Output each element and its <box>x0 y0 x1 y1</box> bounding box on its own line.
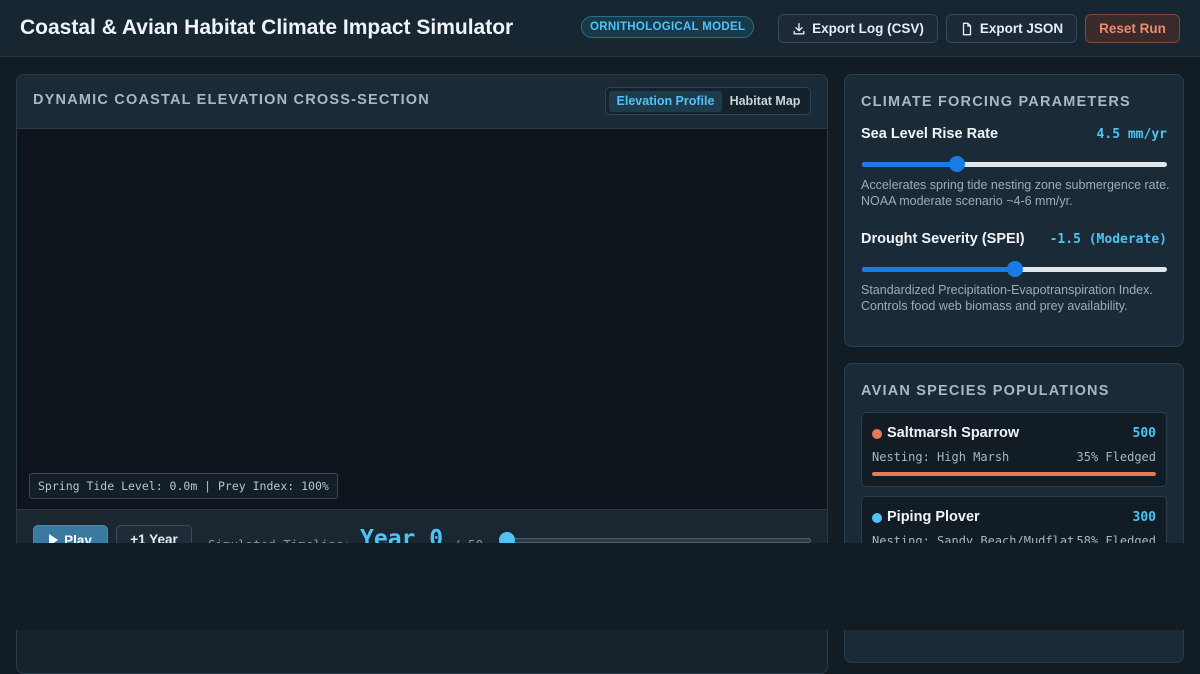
sea-level-description: Accelerates spring tide nesting zone sub… <box>861 178 1170 208</box>
export-log-label: Export Log (CSV) <box>812 21 924 36</box>
drought-slider[interactable] <box>862 261 1167 277</box>
tab-elevation-profile[interactable]: Elevation Profile <box>609 91 722 112</box>
app-title: Coastal & Avian Habitat Climate Impact S… <box>20 16 514 39</box>
species-panel-title: AVIAN SPECIES POPULATIONS <box>861 383 1110 399</box>
model-badge: ORNITHOLOGICAL MODEL <box>581 16 755 38</box>
panel-header: DYNAMIC COASTAL ELEVATION CROSS-SECTION … <box>17 75 827 129</box>
sea-level-slider-fill <box>862 162 957 167</box>
species-color-dot <box>872 513 882 523</box>
export-log-button[interactable]: Export Log (CSV) <box>778 14 938 43</box>
tab-habitat-map[interactable]: Habitat Map <box>724 91 806 112</box>
species-name: Piping Plover <box>887 509 980 525</box>
sea-level-value: 4.5 mm/yr <box>1096 127 1167 142</box>
climate-panel: CLIMATE FORCING PARAMETERS Sea Level Ris… <box>844 74 1184 347</box>
export-json-label: Export JSON <box>979 21 1064 36</box>
tide-readout: Spring Tide Level: 0.0m | Prey Index: 10… <box>29 473 338 499</box>
drought-slider-thumb[interactable] <box>1006 261 1023 277</box>
export-json-button[interactable]: Export JSON <box>946 14 1077 43</box>
species-card[interactable]: Saltmarsh Sparrow 500 Nesting: High Mars… <box>861 412 1167 487</box>
species-count: 300 <box>1132 510 1156 525</box>
sea-level-label: Sea Level Rise Rate <box>861 126 999 142</box>
drought-label: Drought Severity (SPEI) <box>861 231 1025 247</box>
species-count: 500 <box>1132 426 1156 441</box>
download-icon <box>793 22 805 35</box>
climate-panel-title: CLIMATE FORCING PARAMETERS <box>861 94 1131 110</box>
view-toggle: Elevation Profile Habitat Map <box>605 87 811 115</box>
reset-run-button[interactable]: Reset Run <box>1085 14 1180 43</box>
page-background <box>0 543 1200 630</box>
species-name: Saltmarsh Sparrow <box>887 425 1020 441</box>
drought-value: -1.5 (Moderate) <box>1049 232 1167 247</box>
sea-level-slider[interactable] <box>862 156 1167 172</box>
app-header: Coastal & Avian Habitat Climate Impact S… <box>0 0 1200 57</box>
species-population-bar-fill <box>872 472 1156 476</box>
species-nesting: Nesting: High Marsh <box>872 450 1010 464</box>
simulation-canvas[interactable]: Spring Tide Level: 0.0m | Prey Index: 10… <box>17 129 827 509</box>
species-color-dot <box>872 429 882 439</box>
drought-slider-fill <box>862 267 1015 272</box>
species-fledged: 35% Fledged <box>1076 450 1156 464</box>
species-population-bar <box>872 472 1156 476</box>
sea-level-slider-thumb[interactable] <box>948 156 965 172</box>
panel-title: DYNAMIC COASTAL ELEVATION CROSS-SECTION <box>33 92 430 108</box>
file-icon <box>962 22 972 35</box>
drought-description: Standardized Precipitation-Evapotranspir… <box>861 283 1153 313</box>
